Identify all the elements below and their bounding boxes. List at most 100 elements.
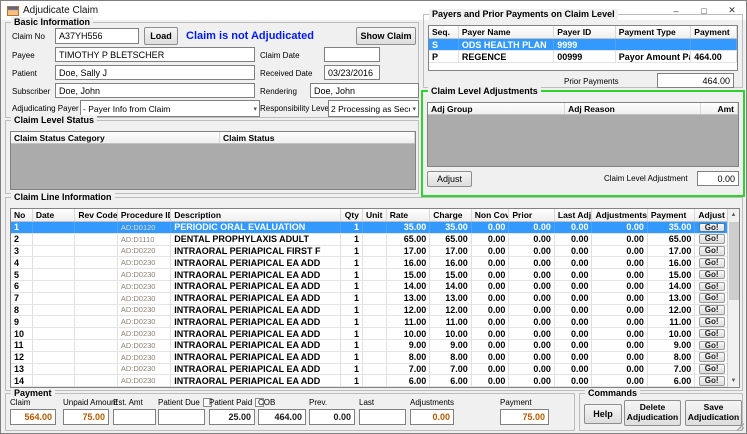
go-button[interactable]: Go! bbox=[699, 270, 725, 280]
patient-due-field[interactable] bbox=[158, 409, 205, 425]
column-header-claim-status[interactable]: Claim Status bbox=[220, 132, 415, 143]
claim-line-row[interactable]: 4AD:D0230INTRAORAL PERIAPICAL EA ADD116.… bbox=[11, 257, 729, 269]
claim-line-row[interactable]: 5AD:D0230INTRAORAL PERIAPICAL EA ADD115.… bbox=[11, 269, 729, 281]
column-header-seq[interactable]: Seq. bbox=[429, 26, 459, 38]
payer-row[interactable]: PREGENCE00999Payor Amount Paid464.00 bbox=[429, 51, 737, 63]
cell-adjust: Go! bbox=[695, 293, 729, 304]
delete-adjudication-button[interactable]: Delete Adjudication bbox=[624, 400, 681, 426]
claim-date-input[interactable] bbox=[324, 47, 380, 62]
adjust-button[interactable]: Adjust bbox=[427, 171, 472, 187]
go-button[interactable]: Go! bbox=[699, 258, 725, 268]
help-button[interactable]: Help bbox=[584, 404, 622, 424]
column-header-payment-type[interactable]: Payment Type bbox=[616, 26, 692, 38]
column-header-qty[interactable]: Qty bbox=[341, 209, 363, 221]
column-header-adjustments[interactable]: Adjustments bbox=[592, 209, 647, 221]
unpaid-amount-field[interactable]: 75.00 bbox=[63, 409, 109, 425]
go-button[interactable]: Go! bbox=[699, 234, 725, 244]
payment-field[interactable]: 75.00 bbox=[500, 409, 549, 425]
column-header-rate[interactable]: Rate bbox=[387, 209, 431, 221]
show-claim-button[interactable]: Show Claim bbox=[356, 27, 416, 45]
save-adjudication-button[interactable]: Save Adjudication bbox=[685, 400, 742, 426]
column-header-adj-group[interactable]: Adj Group bbox=[428, 103, 565, 114]
claim-line-row[interactable]: 2AD:D1110DENTAL PROPHYLAXIS ADULT165.006… bbox=[11, 234, 729, 246]
claim-line-row[interactable]: 14AD:D0230INTRAORAL PERIAPICAL EA ADD16.… bbox=[11, 375, 729, 387]
cell-adjust: Go! bbox=[695, 340, 729, 351]
adjustments-field[interactable]: 0.00 bbox=[410, 409, 454, 425]
scroll-up-arrow[interactable]: ▲ bbox=[728, 209, 739, 221]
column-header-adj-reason[interactable]: Adj Reason bbox=[565, 103, 701, 114]
column-header-non-cov[interactable]: Non Cov bbox=[472, 209, 510, 221]
adjudicating-payer-select[interactable]: - Payer Info from Claim ▾ bbox=[80, 100, 260, 117]
claim-line-row[interactable]: 7AD:D0230INTRAORAL PERIAPICAL EA ADD113.… bbox=[11, 293, 729, 305]
rendering-input[interactable]: Doe, John bbox=[310, 83, 419, 98]
scrollbar-thumb[interactable] bbox=[729, 222, 739, 300]
cell-no: 13 bbox=[11, 364, 33, 375]
patient-label: Patient bbox=[12, 69, 37, 78]
claim-line-row[interactable]: 13AD:D0230INTRAORAL PERIAPICAL EA ADD17.… bbox=[11, 364, 729, 376]
payer-row[interactable]: SODS HEALTH PLAN9999 bbox=[429, 39, 737, 51]
column-header-amt[interactable]: Amt bbox=[701, 103, 738, 114]
prev-field[interactable]: 0.00 bbox=[309, 409, 355, 425]
claim-line-row[interactable]: 11AD:D0230INTRAORAL PERIAPICAL EA ADD19.… bbox=[11, 340, 729, 352]
go-button[interactable]: Go! bbox=[699, 352, 725, 362]
go-button[interactable]: Go! bbox=[699, 282, 725, 292]
column-header-rev-code[interactable]: Rev Code bbox=[75, 209, 118, 221]
column-header-procedure-id[interactable]: Procedure ID bbox=[118, 209, 171, 221]
received-date-input[interactable]: 03/23/2016 bbox=[324, 65, 380, 80]
go-button[interactable]: Go! bbox=[699, 317, 725, 327]
column-header-claim-status-category[interactable]: Claim Status Category bbox=[11, 132, 220, 143]
claim-line-row[interactable]: 10AD:D0230INTRAORAL PERIAPICAL EA ADD110… bbox=[11, 328, 729, 340]
payee-input[interactable]: TIMOTHY P BLETSCHER bbox=[55, 47, 255, 62]
subscriber-input[interactable]: Doe, John bbox=[55, 83, 255, 98]
claim-field[interactable]: 564.00 bbox=[10, 409, 56, 425]
go-button[interactable]: Go! bbox=[699, 329, 725, 339]
claim-line-row[interactable]: 8AD:D0230INTRAORAL PERIAPICAL EA ADD112.… bbox=[11, 305, 729, 317]
go-button[interactable]: Go! bbox=[699, 293, 725, 303]
resize-grip[interactable] bbox=[735, 422, 744, 431]
cell-qty: 1 bbox=[341, 316, 363, 327]
cell-qty: 1 bbox=[341, 328, 363, 339]
chevron-down-icon: ▾ bbox=[251, 105, 257, 113]
go-button[interactable]: Go! bbox=[699, 305, 725, 315]
go-button[interactable]: Go! bbox=[699, 364, 725, 374]
go-button[interactable]: Go! bbox=[699, 376, 725, 386]
column-header-payer-id[interactable]: Payer ID bbox=[554, 26, 616, 38]
column-header-no[interactable]: No bbox=[11, 209, 33, 221]
claim-line-row[interactable]: 3AD:D0220INTRAORAL PERIAPICAL FIRST F117… bbox=[11, 246, 729, 258]
claim-level-adjustment-field[interactable]: 0.00 bbox=[697, 171, 739, 186]
est-amt-field[interactable] bbox=[113, 409, 156, 425]
column-header-payment[interactable]: Payment bbox=[648, 209, 695, 221]
last-field[interactable] bbox=[359, 409, 406, 425]
go-button[interactable]: Go! bbox=[699, 246, 725, 256]
column-header-prior[interactable]: Prior bbox=[509, 209, 555, 221]
column-header-date[interactable]: Date bbox=[33, 209, 76, 221]
cell-prior: 0.00 bbox=[509, 246, 555, 257]
group-title: Payers and Prior Payments on Claim Level bbox=[429, 9, 618, 20]
patient-paid-field[interactable]: 25.00 bbox=[209, 409, 255, 425]
prior-payments-field[interactable]: 464.00 bbox=[657, 73, 734, 88]
vertical-scrollbar[interactable]: ▲ ▼ bbox=[727, 209, 739, 387]
claim-line-row[interactable]: 12AD:D0230INTRAORAL PERIAPICAL EA ADD18.… bbox=[11, 352, 729, 364]
go-button[interactable]: Go! bbox=[699, 223, 725, 233]
responsibility-level-select[interactable]: 2 Processing as Second ▾ bbox=[328, 100, 419, 117]
cell-prior: 0.00 bbox=[509, 269, 555, 280]
claim-no-input[interactable]: A37YH556 bbox=[55, 28, 139, 44]
claim-line-row[interactable]: 9AD:D0230INTRAORAL PERIAPICAL EA ADD111.… bbox=[11, 316, 729, 328]
column-header-payer-name[interactable]: Payer Name bbox=[459, 26, 554, 38]
cell-rate: 12.00 bbox=[387, 305, 431, 316]
column-header-payment[interactable]: Payment bbox=[691, 26, 737, 38]
go-button[interactable]: Go! bbox=[699, 341, 725, 351]
patient-input[interactable]: Doe, Sally J bbox=[55, 65, 255, 80]
column-header-description[interactable]: Description bbox=[171, 209, 341, 221]
column-header-adjust[interactable]: Adjust bbox=[695, 209, 729, 221]
load-button[interactable]: Load bbox=[144, 27, 178, 45]
cob-field[interactable]: 464.00 bbox=[258, 409, 306, 425]
app-icon bbox=[7, 5, 19, 17]
column-header-charge[interactable]: Charge bbox=[430, 209, 472, 221]
payers-table: Seq.Payer NamePayer IDPayment TypePaymen… bbox=[428, 25, 738, 71]
column-header-unit[interactable]: Unit bbox=[363, 209, 387, 221]
claim-line-row[interactable]: 6AD:D0230INTRAORAL PERIAPICAL EA ADD114.… bbox=[11, 281, 729, 293]
column-header-last-adj[interactable]: Last Adj. bbox=[555, 209, 593, 221]
scroll-down-arrow[interactable]: ▼ bbox=[728, 375, 739, 387]
claim-line-row[interactable]: 1AD:D0120PERIODIC ORAL EVALUATION135.003… bbox=[11, 222, 729, 234]
